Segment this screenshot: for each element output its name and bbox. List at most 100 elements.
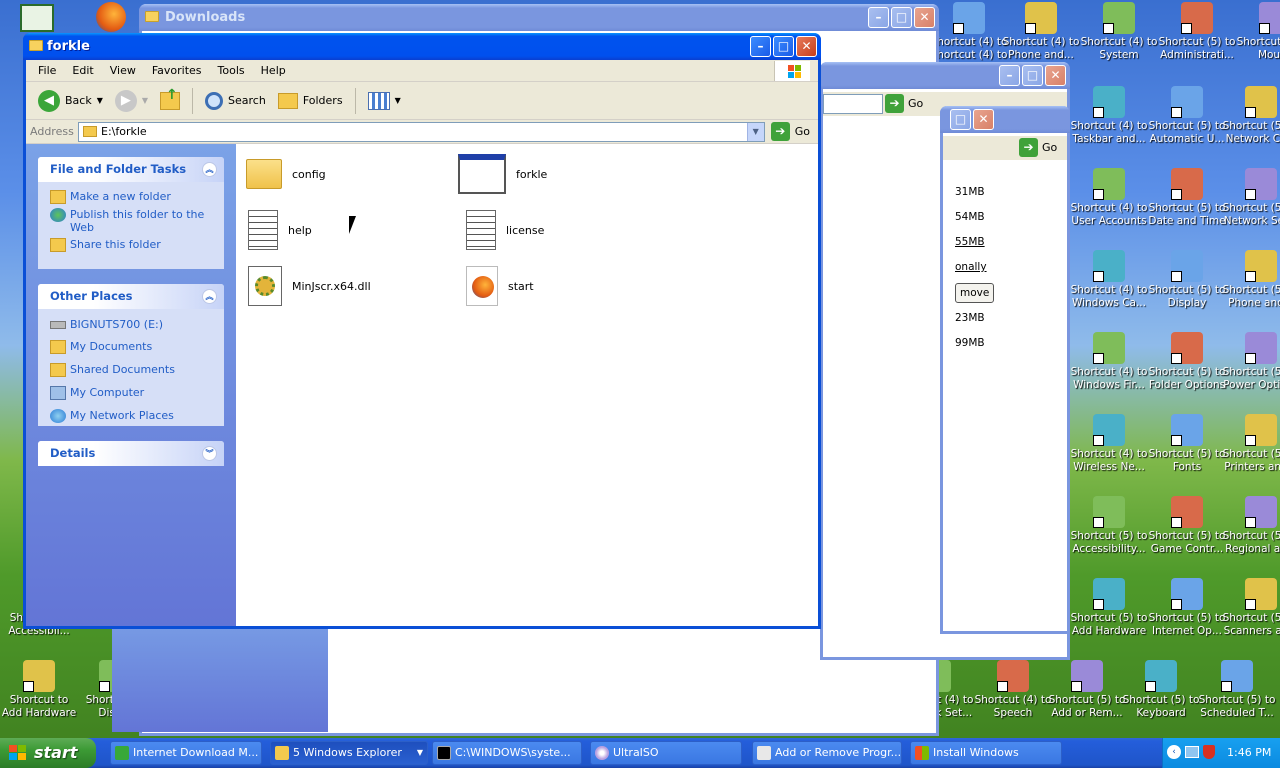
- group-dropdown-icon[interactable]: ▼: [417, 742, 423, 764]
- desktop-shortcut[interactable]: Shortcut (5) to Keyboard: [1122, 660, 1200, 720]
- desktop-shortcut[interactable]: Shortcut (4) to Phone and...: [1002, 2, 1080, 62]
- dropdown-arrow-icon[interactable]: ▼: [395, 96, 401, 105]
- panel-header[interactable]: Other Places ︽: [38, 284, 224, 309]
- search-button[interactable]: Search: [201, 86, 270, 116]
- taskbar-item-cmd[interactable]: C:\WINDOWS\syste...: [432, 741, 582, 765]
- desktop-shortcut[interactable]: Shortcut (5) to Network Co...: [1222, 86, 1280, 146]
- collapse-chevron-icon[interactable]: ︽: [202, 162, 217, 177]
- views-button[interactable]: ▼: [364, 86, 405, 116]
- tray-arrow-icon[interactable]: ‹: [1167, 745, 1181, 759]
- desktop-shortcut[interactable]: Shortcut (5) to Add or Rem...: [1048, 660, 1126, 720]
- desktop-shortcut[interactable]: Shortcut (5) to Administrati...: [1158, 2, 1236, 62]
- expand-chevron-icon[interactable]: ︾: [202, 446, 217, 461]
- minimize-button[interactable]: –: [868, 7, 889, 28]
- desktop-shortcut[interactable]: Shortcut (5) to Folder Options: [1148, 332, 1226, 392]
- place-my-computer[interactable]: My Computer: [38, 384, 224, 407]
- file-item-help[interactable]: help: [248, 208, 312, 252]
- taskbar-item-install-windows[interactable]: Install Windows: [910, 741, 1062, 765]
- menu-help[interactable]: Help: [253, 64, 294, 77]
- desktop-shortcut[interactable]: Shortcut (4) to Windows Ca...: [1070, 250, 1148, 310]
- taskbar-item-add-remove[interactable]: Add or Remove Progr...: [752, 741, 902, 765]
- desktop-shortcut[interactable]: Shortcut (5) to Printers and...: [1222, 414, 1280, 474]
- desktop-shortcut[interactable]: Shortcut (5) to Accessibility...: [1070, 496, 1148, 556]
- remove-button[interactable]: move: [955, 283, 995, 303]
- place-my-documents[interactable]: My Documents: [38, 338, 224, 361]
- explorer-window[interactable]: forkle – □ ✕ File Edit View Favorites To…: [23, 33, 821, 629]
- firefox-desktop-icon[interactable]: [96, 2, 126, 32]
- place-shared-documents[interactable]: Shared Documents: [38, 361, 224, 384]
- desktop-shortcut[interactable]: Shortcut (4) to System: [1080, 2, 1158, 62]
- go-button[interactable]: ➔ Go: [885, 94, 923, 113]
- collapse-chevron-icon[interactable]: ︽: [202, 289, 217, 304]
- background-window-4-title-bar[interactable]: □ ✕: [940, 106, 1070, 133]
- security-shield-icon[interactable]: [1203, 745, 1215, 759]
- desktop-shortcut[interactable]: Shortcut (4) to Wireless Ne...: [1070, 414, 1148, 474]
- desktop-icon-top-left[interactable]: [20, 4, 54, 32]
- close-button[interactable]: ✕: [1045, 65, 1066, 86]
- close-button[interactable]: ✕: [973, 109, 994, 130]
- desktop-shortcut[interactable]: Shortcut to Add Hardware: [0, 660, 78, 720]
- menu-favorites[interactable]: Favorites: [144, 64, 210, 77]
- desktop-shortcut[interactable]: Shortcut (5) to Regional an...: [1222, 496, 1280, 556]
- place-drive-e[interactable]: BIGNUTS700 (E:): [38, 316, 224, 338]
- menu-edit[interactable]: Edit: [64, 64, 101, 77]
- desktop-shortcut[interactable]: Shortcut (5) to Add Hardware: [1070, 578, 1148, 638]
- publish-folder-link[interactable]: Publish this folder to the Web: [38, 206, 224, 236]
- desktop-shortcut[interactable]: Shortcut (5) to Scanners an...: [1222, 578, 1280, 638]
- menu-view[interactable]: View: [102, 64, 144, 77]
- up-folder-button[interactable]: ↑: [156, 86, 184, 116]
- network-tray-icon[interactable]: [1185, 746, 1199, 758]
- desktop-shortcut[interactable]: Shortcut (5) to Game Contr...: [1148, 496, 1226, 556]
- forward-button[interactable]: ▶ ▼: [111, 86, 152, 116]
- panel-header[interactable]: File and Folder Tasks ︽: [38, 157, 224, 182]
- clock[interactable]: 1:46 PM: [1227, 738, 1271, 768]
- file-item-start[interactable]: start: [466, 264, 534, 308]
- desktop-shortcut[interactable]: Shortcut (5) to Scheduled T...: [1198, 660, 1276, 720]
- file-item-dll[interactable]: MinJscr.x64.dll: [248, 264, 371, 308]
- maximize-button[interactable]: □: [773, 36, 794, 57]
- minimize-button[interactable]: –: [999, 65, 1020, 86]
- title-bar[interactable]: forkle – □ ✕: [23, 33, 821, 60]
- desktop-shortcut[interactable]: Shortcut (5) to Mouse: [1236, 2, 1280, 62]
- close-button[interactable]: ✕: [914, 7, 935, 28]
- desktop-shortcut[interactable]: Shortcut (5) to Fonts: [1148, 414, 1226, 474]
- desktop-shortcut[interactable]: Shortcut (5) to Network Set...: [1222, 168, 1280, 228]
- menu-tools[interactable]: Tools: [210, 64, 253, 77]
- address-input[interactable]: E:\forkle ▼: [78, 121, 765, 142]
- downloads-title-bar[interactable]: Downloads – □ ✕: [139, 4, 939, 31]
- start-button[interactable]: start: [0, 738, 96, 768]
- close-button[interactable]: ✕: [796, 36, 817, 57]
- desktop-shortcut[interactable]: Shortcut (4) to Speech: [974, 660, 1052, 720]
- taskbar-item-ultraiso[interactable]: UltraISO: [590, 741, 742, 765]
- make-new-folder-link[interactable]: Make a new folder: [38, 188, 224, 206]
- desktop-shortcut[interactable]: Shortcut (5) to Display: [1148, 250, 1226, 310]
- taskbar-item-explorer[interactable]: 5 Windows Explorer ▼: [270, 741, 428, 765]
- go-button[interactable]: ➔ Go: [769, 122, 818, 141]
- background-window-4[interactable]: □ ✕ ➔ Go 31MB 54MB 55MB onally move 23MB…: [940, 106, 1070, 634]
- file-item-license[interactable]: license: [466, 208, 544, 252]
- taskbar-item-idm[interactable]: Internet Download M...: [110, 741, 262, 765]
- back-button[interactable]: ◀ Back ▼: [34, 86, 107, 116]
- go-button[interactable]: ➔ Go: [1019, 138, 1057, 157]
- desktop-shortcut[interactable]: Shortcut (5) to Power Options: [1222, 332, 1280, 392]
- maximize-button[interactable]: □: [891, 7, 912, 28]
- share-folder-link[interactable]: Share this folder: [38, 236, 224, 254]
- desktop-shortcut[interactable]: Shortcut (5) to Phone and...: [1222, 250, 1280, 310]
- place-my-network[interactable]: My Network Places: [38, 407, 224, 425]
- maximize-button[interactable]: □: [1022, 65, 1043, 86]
- maximize-button[interactable]: □: [950, 109, 971, 130]
- desktop-shortcut[interactable]: Shortcut (4) to Windows Fir...: [1070, 332, 1148, 392]
- desktop-shortcut[interactable]: Shortcut (5) to Internet Op...: [1148, 578, 1226, 638]
- file-item-forkle[interactable]: forkle: [458, 152, 547, 196]
- background-window-3-title-bar[interactable]: – □ ✕: [820, 62, 1070, 89]
- desktop-shortcut[interactable]: Shortcut (4) to User Accounts: [1070, 168, 1148, 228]
- dropdown-arrow-icon[interactable]: ▼: [142, 96, 148, 105]
- folders-button[interactable]: Folders: [274, 86, 347, 116]
- menu-file[interactable]: File: [30, 64, 64, 77]
- desktop-shortcut[interactable]: Shortcut (5) to Automatic U...: [1148, 86, 1226, 146]
- panel-header[interactable]: Details ︾: [38, 441, 224, 466]
- dropdown-arrow-icon[interactable]: ▼: [97, 96, 103, 105]
- desktop-shortcut[interactable]: Shortcut (4) to Taskbar and...: [1070, 86, 1148, 146]
- file-item-config[interactable]: config: [246, 152, 326, 196]
- desktop-shortcut[interactable]: Shortcut (5) to Date and Time: [1148, 168, 1226, 228]
